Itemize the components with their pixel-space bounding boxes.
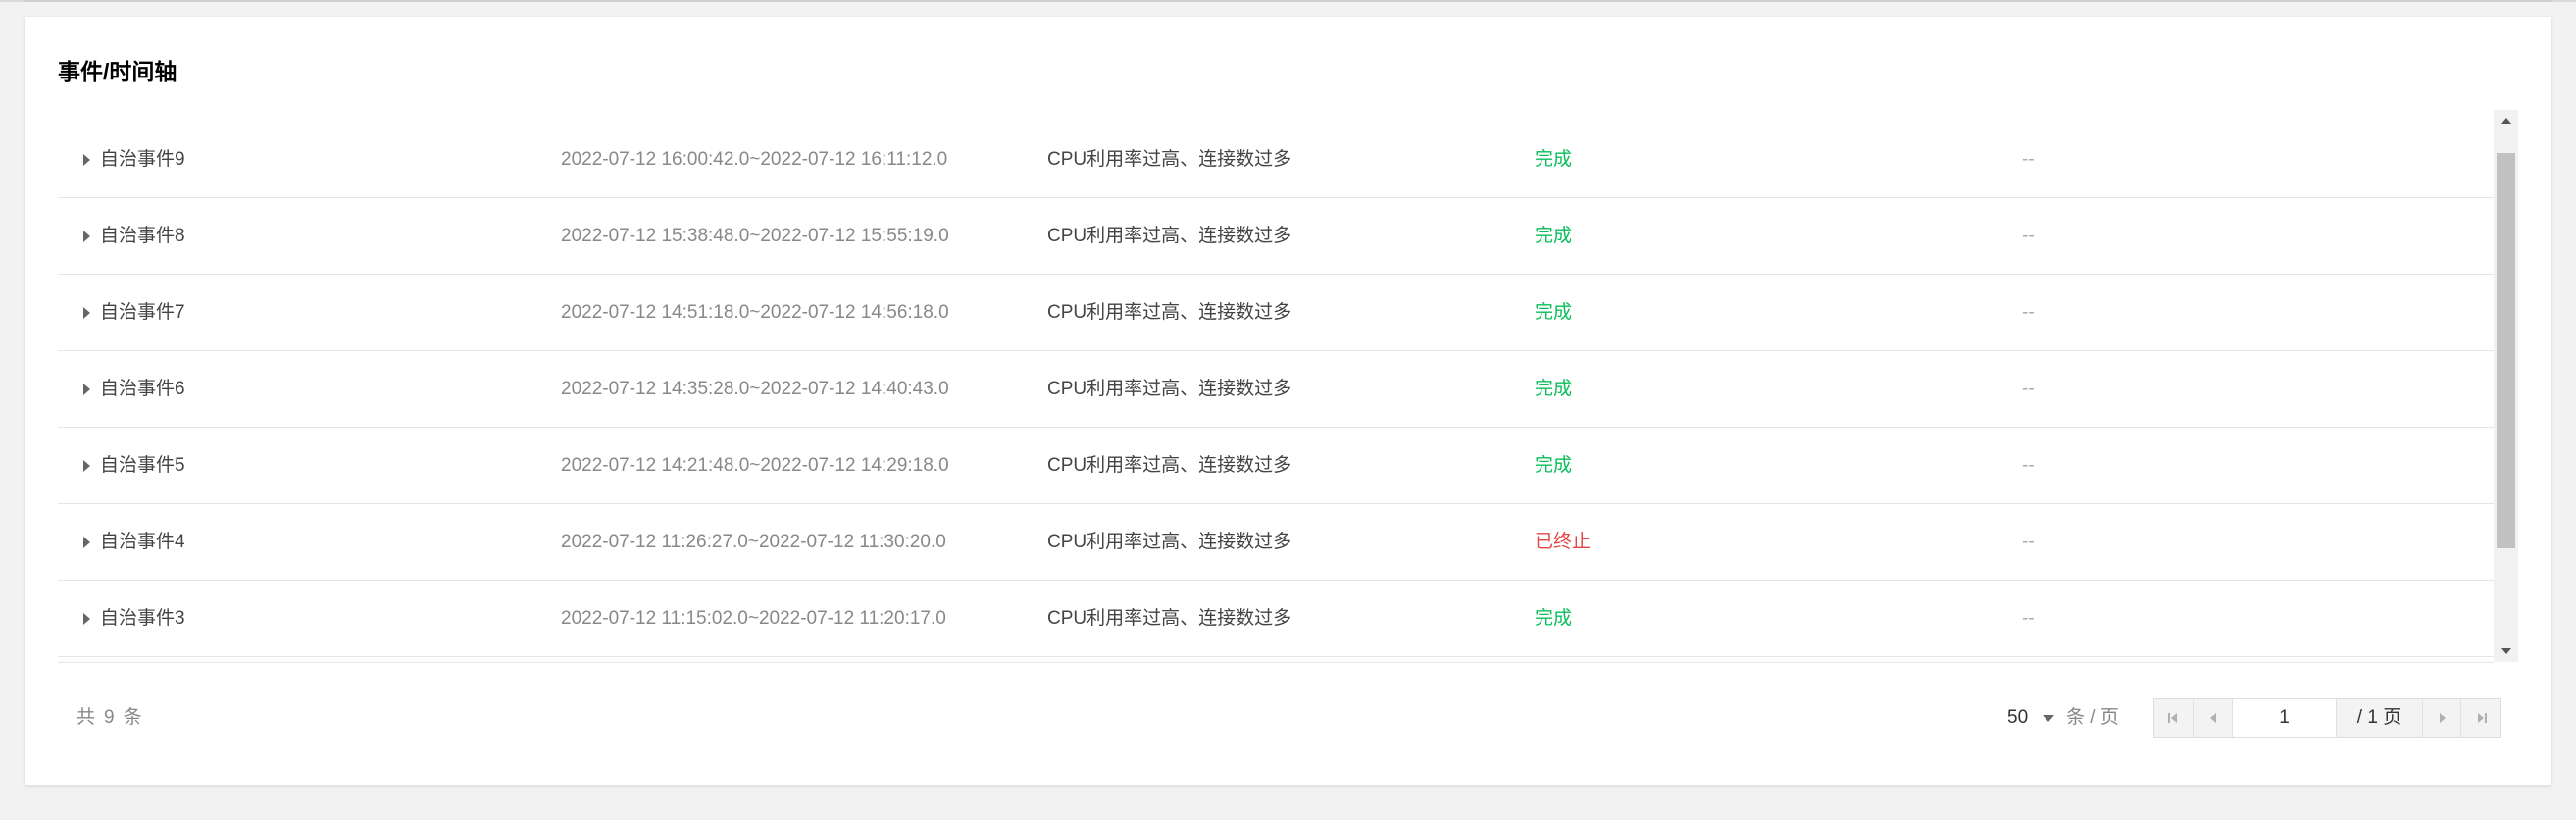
table-row[interactable]: 自治事件8 2022-07-12 15:38:48.0~2022-07-12 15… — [58, 198, 2494, 275]
event-status: 完成 — [1535, 226, 1573, 246]
event-name: 自治事件6 — [100, 379, 185, 399]
last-page-bar — [2485, 713, 2487, 723]
event-name: 自治事件8 — [100, 226, 185, 246]
event-timeline-card: 事件/时间轴 自治事件9 2022-07-12 16:00:42.0~2022-0… — [25, 17, 2551, 785]
caret-right-icon[interactable] — [83, 231, 90, 242]
caret-right-icon[interactable] — [83, 307, 90, 319]
event-extra: -- — [2022, 302, 2035, 323]
event-extra: -- — [2022, 532, 2035, 552]
prev-page-button[interactable] — [2194, 699, 2233, 737]
event-extra: -- — [2022, 455, 2035, 476]
event-reason: CPU利用率过高、连接数过多 — [1047, 379, 1292, 399]
first-page-icon — [2168, 713, 2170, 723]
scrollbar-thumb[interactable] — [2497, 153, 2515, 548]
event-name: 自治事件7 — [100, 302, 185, 323]
page-size-unit: 条 / 页 — [2066, 707, 2119, 728]
table-row[interactable]: 自治事件5 2022-07-12 14:21:48.0~2022-07-12 14… — [58, 428, 2494, 504]
event-time-range: 2022-07-12 14:51:18.0~2022-07-12 14:56:1… — [561, 302, 949, 323]
caret-right-icon[interactable] — [83, 154, 90, 166]
event-extra: -- — [2022, 149, 2035, 170]
table-row[interactable]: 自治事件9 2022-07-12 16:00:42.0~2022-07-12 16… — [58, 122, 2494, 198]
event-time-range: 2022-07-12 11:26:27.0~2022-07-12 11:30:2… — [561, 532, 946, 552]
table-row[interactable]: 自治事件4 2022-07-12 11:26:27.0~2022-07-12 11… — [58, 504, 2494, 581]
event-status: 完成 — [1535, 149, 1573, 170]
event-extra: -- — [2022, 379, 2035, 399]
table-row[interactable]: 自治事件6 2022-07-12 14:35:28.0~2022-07-12 14… — [58, 351, 2494, 428]
caret-right-icon[interactable] — [83, 384, 90, 395]
next-page-icon — [2440, 713, 2446, 723]
first-page-button[interactable] — [2154, 699, 2194, 737]
pagination-bar: 共9条 50 条 / 页 / 1 页 — [25, 693, 2551, 743]
event-name: 自治事件9 — [100, 149, 185, 170]
caret-right-icon[interactable] — [83, 460, 90, 472]
table-row[interactable]: 自治事件7 2022-07-12 14:51:18.0~2022-07-12 14… — [58, 275, 2494, 351]
event-time-range: 2022-07-12 14:21:48.0~2022-07-12 14:29:1… — [561, 455, 949, 476]
event-status: 已终止 — [1535, 532, 1591, 552]
first-page-arrow — [2171, 713, 2177, 723]
page-total: / 1 页 — [2337, 699, 2422, 737]
event-reason: CPU利用率过高、连接数过多 — [1047, 149, 1292, 170]
scroll-up-icon[interactable] — [2501, 118, 2511, 124]
event-status: 完成 — [1535, 302, 1573, 323]
event-reason: CPU利用率过高、连接数过多 — [1047, 608, 1292, 629]
event-name: 自治事件4 — [100, 532, 185, 552]
event-name: 自治事件3 — [100, 608, 185, 629]
event-name: 自治事件5 — [100, 455, 185, 476]
event-time-range: 2022-07-12 14:35:28.0~2022-07-12 14:40:4… — [561, 379, 949, 399]
chevron-down-icon[interactable] — [2043, 715, 2054, 722]
pager: / 1 页 — [2153, 698, 2501, 738]
event-rows: 自治事件9 2022-07-12 16:00:42.0~2022-07-12 16… — [58, 122, 2494, 657]
total-prefix: 共 — [76, 707, 97, 728]
table-bottom-divider — [58, 662, 2494, 663]
event-reason: CPU利用率过高、连接数过多 — [1047, 532, 1292, 552]
event-table: 自治事件9 2022-07-12 16:00:42.0~2022-07-12 16… — [58, 110, 2518, 662]
card-title: 事件/时间轴 — [58, 59, 177, 84]
event-reason: CPU利用率过高、连接数过多 — [1047, 226, 1292, 246]
total-count: 共9条 — [73, 693, 147, 743]
table-scrollbar[interactable] — [2494, 110, 2518, 662]
event-time-range: 2022-07-12 16:00:42.0~2022-07-12 16:11:1… — [561, 149, 948, 170]
total-number: 9 — [104, 707, 116, 728]
event-status: 完成 — [1535, 608, 1573, 629]
page-size-select[interactable]: 50 — [2007, 693, 2028, 743]
next-page-button[interactable] — [2422, 699, 2461, 737]
event-reason: CPU利用率过高、连接数过多 — [1047, 302, 1292, 323]
page-number-input[interactable] — [2233, 699, 2337, 737]
top-divider — [0, 0, 2576, 2]
scroll-down-icon[interactable] — [2501, 648, 2511, 654]
caret-right-icon[interactable] — [83, 613, 90, 625]
last-page-button[interactable] — [2461, 699, 2500, 737]
event-time-range: 2022-07-12 11:15:02.0~2022-07-12 11:20:1… — [561, 608, 946, 629]
event-extra: -- — [2022, 226, 2035, 246]
caret-right-icon[interactable] — [83, 537, 90, 548]
event-status: 完成 — [1535, 379, 1573, 399]
table-row[interactable]: 自治事件3 2022-07-12 11:15:02.0~2022-07-12 11… — [58, 581, 2494, 657]
event-status: 完成 — [1535, 455, 1573, 476]
prev-page-icon — [2210, 713, 2216, 723]
total-suffix: 条 — [123, 707, 143, 728]
event-extra: -- — [2022, 608, 2035, 629]
event-reason: CPU利用率过高、连接数过多 — [1047, 455, 1292, 476]
last-page-icon — [2478, 713, 2484, 723]
event-time-range: 2022-07-12 15:38:48.0~2022-07-12 15:55:1… — [561, 226, 949, 246]
